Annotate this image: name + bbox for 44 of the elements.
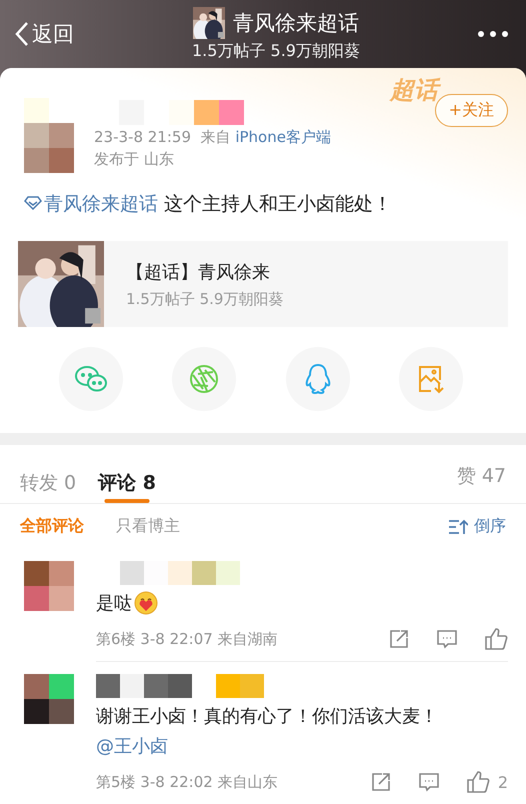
topic-card-title: 【超话】青风徐来: [126, 260, 271, 284]
tab[interactable]: 评论 8: [98, 445, 156, 503]
like-button[interactable]: [484, 627, 508, 651]
back-chevron-icon: [14, 20, 30, 48]
likes-count[interactable]: 赞 47: [456, 445, 506, 489]
share-button[interactable]: [388, 628, 410, 650]
topic-card-stats: 1.5万帖子 5.9万朝阳葵: [126, 290, 284, 308]
comment-text: 是哒: [96, 591, 508, 615]
avatar: [24, 674, 74, 724]
tab[interactable]: 转发 0: [20, 445, 76, 503]
topic-link[interactable]: 青风徐来超话: [44, 193, 158, 215]
thumbs-up-icon: [466, 770, 490, 794]
reply-button[interactable]: [436, 628, 458, 650]
avatar: [24, 561, 74, 611]
comment-text: 谢谢王小卤！真的有心了！你们活该大麦！: [96, 705, 439, 728]
like-button[interactable]: 2: [466, 770, 508, 794]
source-link[interactable]: iPhone客户端: [235, 128, 331, 146]
comment-icon: [418, 771, 440, 793]
penguin-icon: [304, 363, 332, 395]
topic-card[interactable]: 【超话】青风徐来 1.5万帖子 5.9万朝阳葵: [18, 241, 508, 327]
comment-meta: 第5楼 3-8 22:02 来自山东: [96, 772, 278, 792]
comment-filter[interactable]: 全部评论: [20, 516, 84, 537]
diamond-icon: [24, 196, 42, 210]
share-icon: [370, 771, 392, 793]
comment-meta: 第6楼 3-8 22:07 来自湖南: [96, 630, 278, 648]
sort-icon: [448, 518, 468, 534]
comment-filter[interactable]: 只看博主: [116, 516, 180, 537]
more-icon[interactable]: [478, 31, 508, 37]
back-button[interactable]: 返回: [14, 20, 74, 48]
image-download-icon: [417, 364, 446, 394]
topic-stats: 1.5万帖子 5.9万朝阳葵: [192, 40, 360, 62]
chat-bubbles-icon: [74, 364, 108, 394]
share-button[interactable]: [370, 771, 392, 793]
comment-icon: [436, 628, 458, 650]
share-icon: [388, 628, 410, 650]
post-text: 青风徐来超话 这个主持人和王小卤能处！: [24, 191, 508, 217]
page-title: 青风徐来超话: [233, 10, 359, 36]
sort-button[interactable]: 倒序: [448, 516, 506, 537]
reply-button[interactable]: [418, 771, 440, 793]
aperture-icon: [189, 364, 220, 394]
thumbs-up-icon: [484, 627, 508, 651]
post-time: 23-3-8 21:59 来自 iPhone客户端: [94, 128, 331, 147]
mention-link[interactable]: @王小卤: [96, 734, 508, 758]
post-location: 发布于 山东: [94, 150, 175, 169]
